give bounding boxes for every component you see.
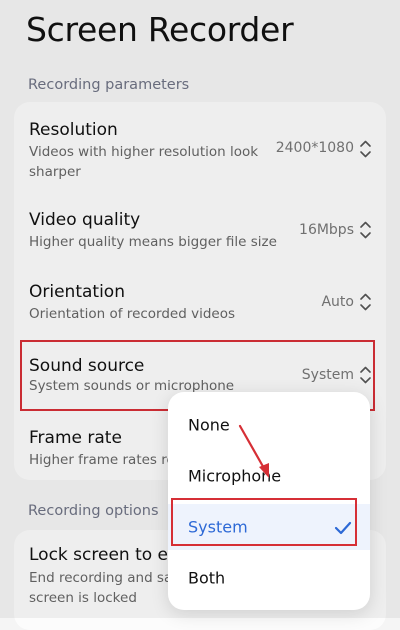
section-label-recording-parameters: Recording parameters [28, 77, 190, 93]
screen: Screen Recorder Recording parameters Res… [0, 0, 400, 630]
setting-row-resolution[interactable]: Resolution Videos with higher resolution… [14, 102, 386, 190]
setting-description: Videos with higher resolution look sharp… [29, 144, 259, 180]
dropdown-option-microphone[interactable]: Microphone [168, 453, 370, 499]
setting-description: Orientation of recorded videos [29, 306, 236, 322]
dropdown-option-none[interactable]: None [168, 402, 370, 448]
dropdown-option-both[interactable]: Both [168, 555, 370, 601]
setting-title: Video quality [29, 210, 141, 230]
setting-value: Auto [321, 294, 354, 310]
setting-row-orientation[interactable]: Orientation Orientation of recorded vide… [14, 264, 386, 334]
option-description: End recording and sa screen is locked [29, 570, 173, 606]
setting-title: Orientation [29, 282, 125, 302]
setting-value: 16Mbps [299, 222, 354, 238]
option-label: None [188, 415, 230, 435]
page-title: Screen Recorder [26, 10, 294, 49]
option-title: Lock screen to er [29, 545, 176, 565]
chevron-up-down-icon [359, 292, 372, 312]
option-label: Both [188, 568, 226, 588]
setting-value: 2400*1080 [275, 140, 354, 156]
setting-row-video-quality[interactable]: Video quality Higher quality means bigge… [14, 192, 386, 262]
setting-title: Resolution [29, 120, 118, 140]
annotation-box-system-option [171, 498, 357, 546]
setting-title: Frame rate [29, 428, 122, 448]
chevron-up-down-icon [359, 139, 372, 159]
setting-description: Higher quality means bigger file size [29, 234, 277, 250]
section-label-recording-options: Recording options [28, 503, 159, 519]
option-label: Microphone [188, 466, 282, 486]
chevron-up-down-icon [359, 220, 372, 240]
